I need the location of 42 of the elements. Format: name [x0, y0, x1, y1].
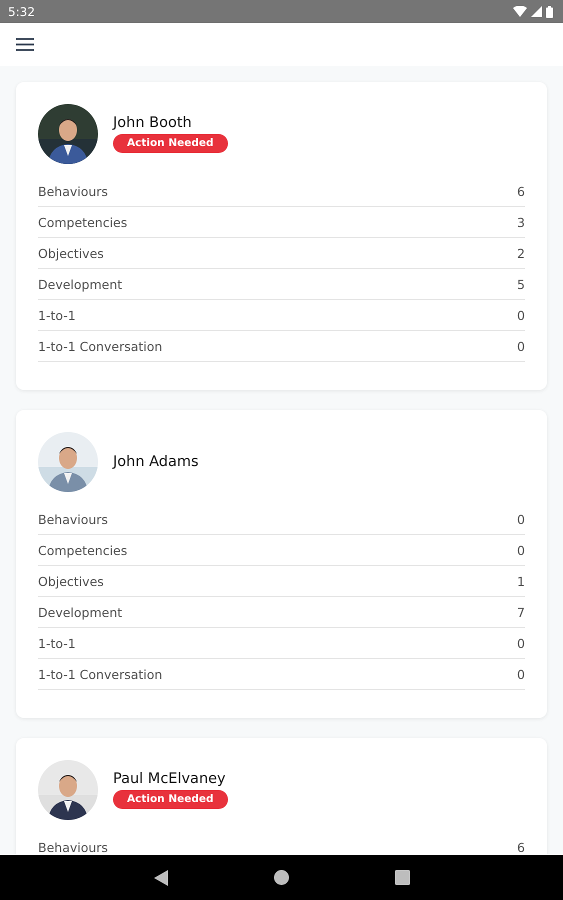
row-label: Objectives: [38, 246, 104, 260]
row-label: Competencies: [38, 542, 128, 558]
row-label: Development: [38, 276, 122, 292]
row-count: 5: [517, 276, 525, 292]
clock-time: 5:32: [8, 4, 35, 18]
row-count: 0: [517, 338, 525, 354]
row-label: 1-to-1: [38, 308, 76, 322]
row-count: 0: [517, 636, 525, 650]
signal-icon: [531, 6, 542, 17]
back-icon[interactable]: [154, 870, 168, 886]
row-label: Objectives: [38, 574, 104, 588]
row-count: 2: [517, 246, 525, 260]
recents-icon[interactable]: [394, 870, 410, 885]
person-name: John Booth: [113, 115, 192, 131]
row-label: 1-to-1: [38, 636, 76, 650]
status-badge: Action Needed: [113, 134, 228, 153]
person-card[interactable]: John Adams Behaviours 0 Competencies 0 Objectives 1 Development 7 1-to-1 0 1-to-1 Conversation 0: [16, 410, 547, 718]
person-name: Paul McElvaney: [113, 771, 226, 787]
row-count: 1: [517, 574, 525, 588]
row-count: 7: [517, 604, 525, 620]
row-count: 0: [517, 512, 525, 526]
row-count: 0: [517, 542, 525, 558]
wifi-icon: [513, 6, 527, 17]
home-icon[interactable]: [274, 870, 288, 885]
row-label: 1-to-1 Conversation: [38, 338, 162, 354]
row-label: Development: [38, 604, 122, 620]
status-badge: Action Needed: [113, 790, 228, 809]
row-count: 6: [517, 184, 525, 198]
row-count: 0: [517, 666, 525, 682]
row-label: Behaviours: [38, 512, 108, 526]
person-name: John Adams: [113, 454, 199, 470]
row-label: Behaviours: [38, 840, 108, 854]
row-count: 0: [517, 308, 525, 322]
battery-icon: [546, 6, 553, 18]
row-count: 3: [517, 214, 525, 230]
row-count: 6: [517, 840, 525, 854]
menu-icon[interactable]: [16, 38, 34, 51]
row-label: Competencies: [38, 214, 128, 230]
person-card[interactable]: Paul McElvaney Action Needed Behaviours 6: [16, 738, 547, 855]
row-label: Behaviours: [38, 184, 108, 198]
row-label: 1-to-1 Conversation: [38, 666, 162, 682]
person-card[interactable]: John Booth Action Needed Behaviours 6 Competencies 3 Objectives 2 Development 5 1-to-1 0 1-to-1 Conversation 0: [16, 82, 547, 390]
